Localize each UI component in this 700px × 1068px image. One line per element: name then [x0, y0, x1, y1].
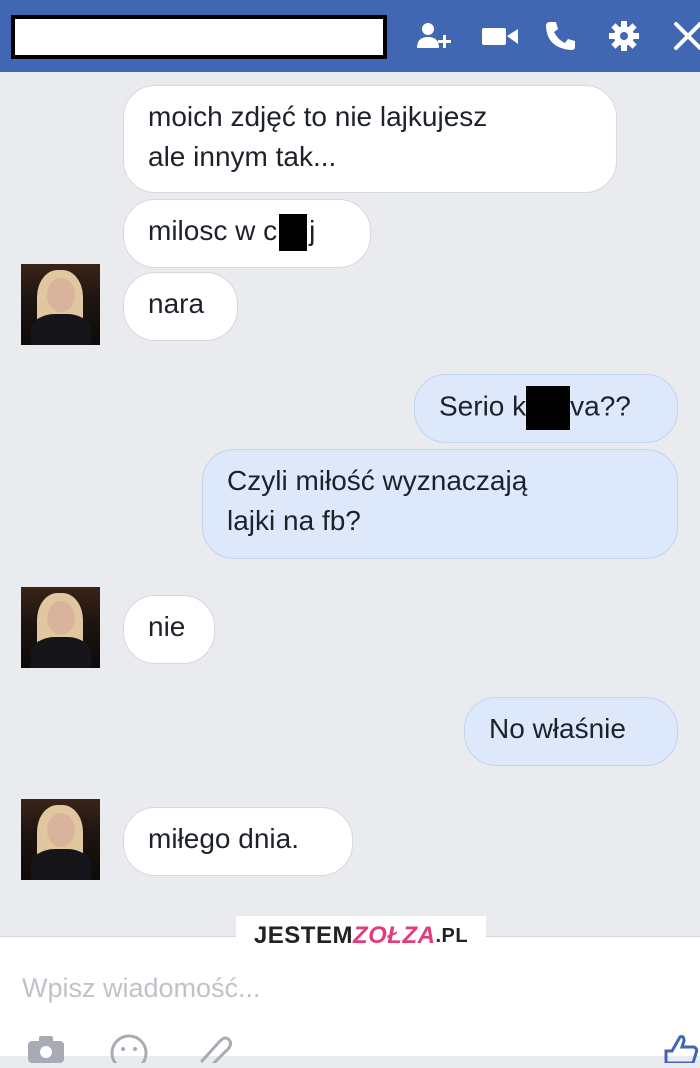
message-bubble-outgoing: No właśnie	[464, 697, 678, 766]
message-text: milosc w c	[148, 215, 278, 246]
message-bubble-outgoing: Serio k va??	[414, 374, 678, 443]
phone-icon[interactable]	[541, 18, 581, 54]
add-people-icon[interactable]	[414, 18, 454, 54]
avatar[interactable]	[21, 587, 100, 668]
message-text: miłego dnia.	[148, 823, 299, 854]
watermark-text: JESTEM	[253, 922, 353, 949]
paperclip-icon[interactable]	[192, 1033, 232, 1068]
message-bubble-outgoing: Czyli miłość wyznaczają lajki na fb?	[202, 449, 678, 559]
message-bubble-incoming: nie	[123, 595, 215, 664]
message-line: Czyli miłość wyznaczają	[227, 465, 528, 496]
message-line: moich zdjęć to nie lajkujesz	[148, 101, 488, 132]
message-thread[interactable]: moich zdjęć to nie lajkujesz ale innym t…	[0, 72, 700, 936]
message-text: nara	[148, 288, 205, 319]
watermark-logo: JESTEM ZOŁZA .PL	[236, 916, 486, 956]
message-bubble-incoming: milosc w c j	[123, 199, 371, 268]
watermark-text: ZOŁZA	[352, 922, 436, 949]
message-input[interactable]	[20, 967, 624, 1009]
video-camera-icon[interactable]	[480, 18, 520, 54]
message-bubble-incoming: nara	[123, 272, 238, 341]
message-text: j	[309, 215, 316, 246]
avatar[interactable]	[21, 799, 100, 880]
camera-icon[interactable]	[26, 1033, 66, 1063]
close-icon[interactable]	[668, 18, 700, 54]
gear-icon[interactable]	[604, 18, 644, 54]
message-text: Serio k	[439, 390, 527, 422]
message-text: nie	[148, 611, 186, 642]
message-text: va??	[570, 390, 631, 422]
message-text: No właśnie	[489, 713, 626, 744]
redaction-box	[526, 386, 571, 430]
watermark-text: .PL	[435, 924, 469, 947]
message-bubble-incoming: miłego dnia.	[123, 807, 353, 876]
like-icon[interactable]	[660, 1033, 700, 1065]
redaction-box	[279, 214, 308, 252]
chat-header	[0, 0, 700, 72]
avatar[interactable]	[21, 264, 100, 345]
contact-name-redacted[interactable]	[11, 15, 387, 59]
emoji-icon[interactable]	[109, 1033, 149, 1068]
message-line: lajki na fb?	[227, 505, 361, 536]
message-bubble-incoming: moich zdjęć to nie lajkujesz ale innym t…	[123, 85, 617, 193]
message-line: ale innym tak...	[148, 141, 337, 172]
